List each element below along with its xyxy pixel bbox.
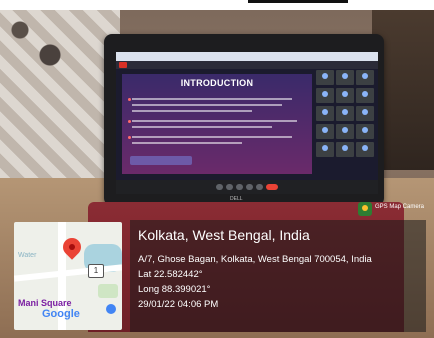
location-longitude: Long 88.399021° [138,284,211,295]
slide-text-line [132,126,272,128]
participant-tiles [316,70,376,182]
slide-text-line [132,110,252,112]
slide-bullet-icon [128,136,131,139]
participant-tile [336,70,354,85]
participant-tile [316,142,334,157]
captions-icon [236,184,243,190]
participant-tile [316,106,334,121]
laptop-screen: INTRODUCTION [116,52,378,194]
route-shield-icon: 1 [88,264,104,278]
mic-icon [216,184,223,190]
meeting-header [116,61,378,69]
participant-tile [336,106,354,121]
location-address: A/7, Ghose Bagan, Kolkata, West Bengal 7… [138,254,372,265]
top-rule [248,0,348,3]
slide-text-line [132,120,297,122]
participant-tile [316,88,334,103]
map-water-label: Water [18,252,37,259]
map-road [14,264,122,282]
browser-bar [116,52,378,61]
location-city: Kolkata, West Bengal, India [138,227,310,243]
location-datetime: 29/01/22 04:06 PM [138,299,219,310]
slide-bullet-icon [128,120,131,123]
participant-tile [356,106,374,121]
slide-text-line [132,142,242,144]
slide-button [130,156,192,165]
end-call-icon [266,184,278,190]
participant-tile [336,88,354,103]
camera-icon [226,184,233,190]
photo-frame: INTRODUCTION DELL GPS Map Camera Kolkata… [0,0,434,338]
map-brand-label: Google [42,308,80,320]
recording-icon [119,62,127,68]
participant-tile [356,124,374,139]
slide-bullet-icon [128,98,131,101]
slide-text-line [132,104,282,106]
participant-tile [316,70,334,85]
gps-camera-label: GPS Map Camera [375,204,425,210]
map-park [98,284,118,298]
slide-text-line [132,98,292,100]
gps-map-camera-icon [358,202,372,216]
participant-tile [336,142,354,157]
map-thumbnail: Water 1 Mani Square Google [14,222,122,330]
laptop-logo: DELL [230,196,243,202]
location-latitude: Lat 22.582442° [138,269,203,280]
slide-title: INTRODUCTION [180,78,254,88]
participant-tile [356,142,374,157]
present-icon [246,184,253,190]
participant-tile [336,124,354,139]
slide-text-line [132,136,292,138]
gps-camera-badge: GPS Map Camera [358,202,425,216]
top-margin [0,0,434,10]
participant-tile [316,124,334,139]
participant-tile [356,70,374,85]
presentation-slide: INTRODUCTION [122,74,312,174]
shopping-bag-icon [106,304,116,314]
participant-tile [356,88,374,103]
map-place-label: Mani Square [18,298,72,308]
more-icon [256,184,263,190]
